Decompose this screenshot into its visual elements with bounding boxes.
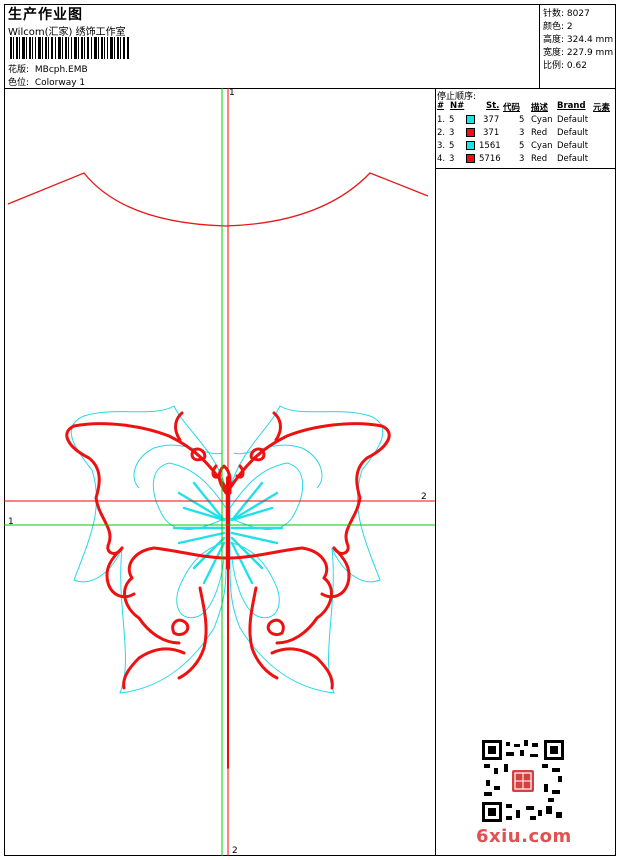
col-header-stitches: St.: [486, 101, 500, 111]
qr-code: [482, 740, 564, 822]
col-header-code: 代码: [503, 103, 521, 113]
col-header-description: 描述: [531, 103, 549, 113]
colorway-line: 色位: Colorway 1: [8, 75, 85, 88]
stop-row: 4. 3 5716 3 Red Default: [437, 154, 589, 164]
color-swatch: [466, 115, 475, 124]
stop-row: 3. 5 1561 5 Cyan Default: [437, 141, 589, 151]
color-swatch: [466, 128, 475, 137]
stop-row: 1. 5 377 5 Cyan Default: [437, 115, 589, 125]
design-canvas: [4, 88, 435, 856]
design-label: 花版:: [8, 65, 30, 75]
col-header-element: 元素: [593, 103, 611, 113]
col-header-brand: Brand: [557, 101, 586, 111]
axis-label-left: 1: [8, 517, 14, 527]
col-header-needle: N#: [450, 101, 465, 111]
worksheet-title: 生产作业图: [8, 7, 83, 23]
stat-width: 宽度: 227.9 mm: [543, 48, 614, 58]
company-name: Wilcom(汇家) 绣饰工作室: [8, 27, 126, 38]
colorway-label: 色位:: [8, 78, 30, 88]
sidebar-divider: [435, 88, 436, 856]
table-bottom-divider: [435, 168, 616, 169]
col-header-number: #: [437, 101, 445, 111]
color-swatch: [466, 141, 475, 150]
stat-scale: 比例: 0.62: [543, 61, 587, 71]
axis-label-right: 2: [421, 492, 427, 502]
barcode: [10, 37, 129, 59]
design-stats: 针数: 8027 颜色: 2 高度: 324.4 mm 宽度: 227.9 mm…: [539, 4, 616, 88]
design-file-line: 花版: MBcph.EMB: [8, 62, 88, 75]
stop-sequence-table: 停止顺序: # N# St. 代码 描述 Brand 元素 1. 5 377 5…: [435, 88, 616, 168]
axis-label-top: 1: [229, 88, 235, 98]
stop-row: 2. 3 371 3 Red Default: [437, 128, 589, 138]
color-swatch: [466, 154, 475, 163]
axis-label-bottom: 2: [232, 846, 238, 856]
collar-outline: [7, 172, 429, 227]
stat-colors: 颜色: 2: [543, 22, 573, 32]
stat-height: 高度: 324.4 mm: [543, 35, 614, 45]
watermark-logo: 6xiu.com: [476, 826, 572, 847]
stat-stitches: 针数: 8027: [543, 9, 590, 19]
colorway-value: Colorway 1: [34, 78, 86, 88]
design-value: MBcph.EMB: [34, 65, 88, 75]
